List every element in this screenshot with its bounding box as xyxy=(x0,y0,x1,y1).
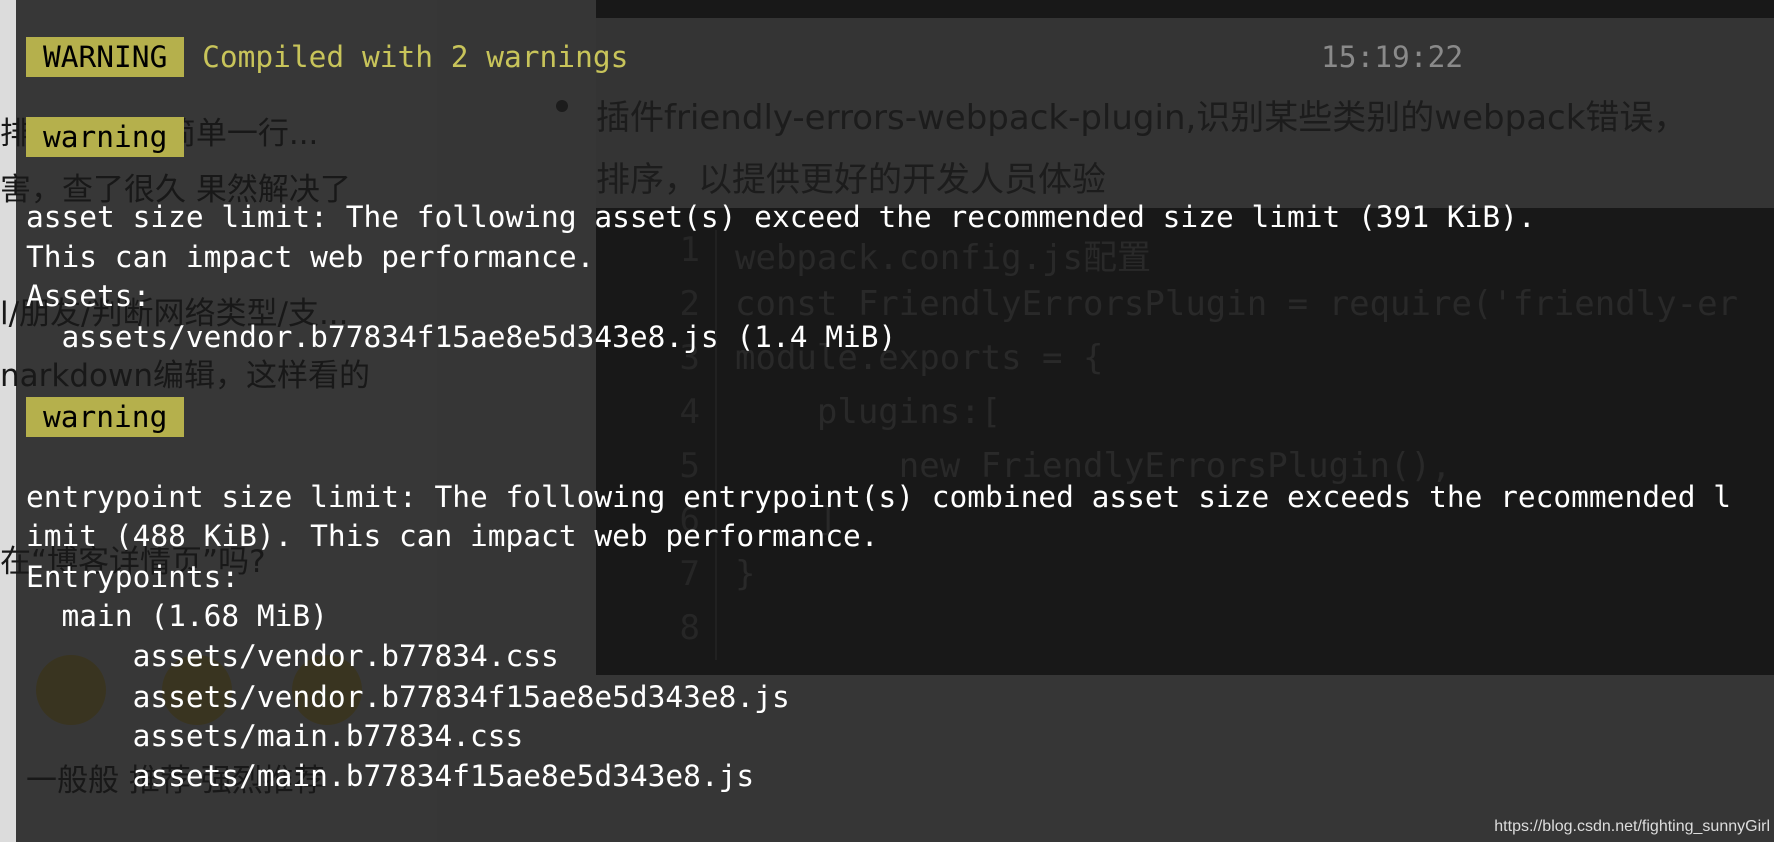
log-line: imit (488 KiB). This can impact web perf… xyxy=(26,519,879,553)
compile-time: 15:19:22 xyxy=(1321,40,1464,74)
log-line: asset size limit: The following asset(s)… xyxy=(26,200,1536,234)
warning-badge-line: warning xyxy=(26,117,185,157)
log-line: entrypoint size limit: The following ent… xyxy=(26,480,1732,514)
log-line: assets/vendor.b77834f15ae8e5d343e8.js xyxy=(26,680,790,714)
log-line: assets/main.b77834f15ae8e5d343e8.js xyxy=(26,759,755,793)
bullet-text: 插件friendly-errors-webpack-plugin,识别某些类别的… xyxy=(596,98,1688,138)
log-line: main (1.68 MiB) xyxy=(26,599,328,633)
header-message: Compiled with 2 warnings xyxy=(202,40,629,74)
warning-badge: warning xyxy=(26,397,185,437)
warning-badge-line: warning xyxy=(26,397,185,437)
log-line: This can impact web performance. xyxy=(26,240,595,274)
log-line: assets/main.b77834.css xyxy=(26,719,524,753)
warning-header-badge: WARNING xyxy=(26,37,185,77)
log-line: assets/vendor.b77834f15ae8e5d343e8.js (1… xyxy=(26,320,897,354)
warning-badge: warning xyxy=(26,117,185,157)
bullet-text: 排序，以提供更好的开发人员体验 xyxy=(596,160,1106,200)
bullet-icon xyxy=(556,100,568,112)
log-line: assets/vendor.b77834.css xyxy=(26,639,559,673)
log-line: Entrypoints: xyxy=(26,560,240,594)
terminal-output: WARNING Compiled with 2 warnings warning… xyxy=(26,0,1731,793)
watermark: https://blog.csdn.net/fighting_sunnyGirl xyxy=(1494,818,1770,835)
log-line: Assets: xyxy=(26,279,151,313)
header-line: WARNING Compiled with 2 warnings xyxy=(26,37,628,77)
